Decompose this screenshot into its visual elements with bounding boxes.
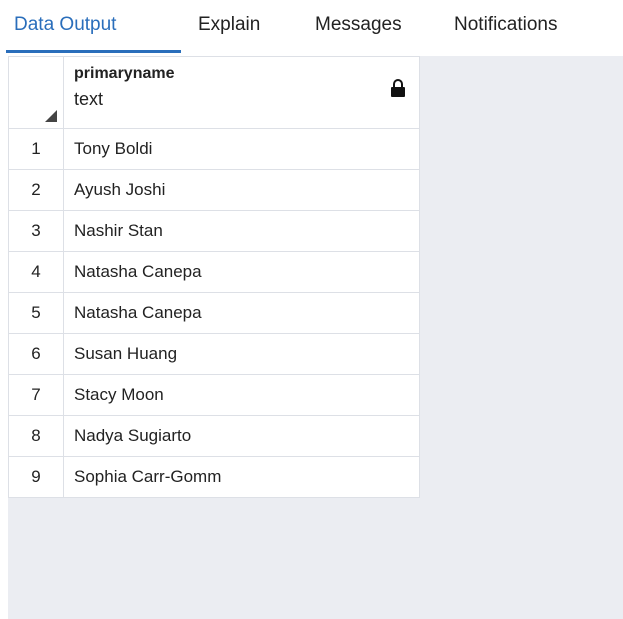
cell-primaryname[interactable]: Natasha Canepa — [63, 251, 420, 293]
table-row[interactable]: 9 Sophia Carr-Gomm — [8, 456, 420, 498]
table-row[interactable]: 4 Natasha Canepa — [8, 251, 420, 293]
row-number[interactable]: 5 — [8, 292, 64, 334]
table-row[interactable]: 8 Nadya Sugiarto — [8, 415, 420, 457]
tab-data-output[interactable]: Data Output — [14, 12, 116, 52]
cell-primaryname[interactable]: Susan Huang — [63, 333, 420, 375]
tab-messages[interactable]: Messages — [315, 12, 402, 52]
row-number[interactable]: 6 — [8, 333, 64, 375]
data-grid: primaryname text 1 Tony Boldi 2 Ayush Jo… — [8, 56, 420, 498]
table-row[interactable]: 5 Natasha Canepa — [8, 292, 420, 334]
column-name: primaryname — [74, 65, 175, 82]
cell-primaryname[interactable]: Natasha Canepa — [63, 292, 420, 334]
row-number[interactable]: 9 — [8, 456, 64, 498]
tab-explain[interactable]: Explain — [198, 12, 260, 52]
row-number[interactable]: 8 — [8, 415, 64, 457]
cell-primaryname[interactable]: Ayush Joshi — [63, 169, 420, 211]
select-all-corner[interactable] — [8, 56, 64, 129]
tab-bar: Data Output Explain Messages Notificatio… — [0, 0, 623, 54]
table-row[interactable]: 3 Nashir Stan — [8, 210, 420, 252]
table-row[interactable]: 7 Stacy Moon — [8, 374, 420, 416]
table-row[interactable]: 1 Tony Boldi — [8, 128, 420, 170]
cell-primaryname[interactable]: Tony Boldi — [63, 128, 420, 170]
cell-primaryname[interactable]: Nadya Sugiarto — [63, 415, 420, 457]
cell-primaryname[interactable]: Stacy Moon — [63, 374, 420, 416]
row-number[interactable]: 3 — [8, 210, 64, 252]
data-grid-area[interactable]: primaryname text 1 Tony Boldi 2 Ayush Jo… — [8, 56, 623, 619]
table-row[interactable]: 6 Susan Huang — [8, 333, 420, 375]
column-type: text — [74, 89, 104, 109]
row-number[interactable]: 1 — [8, 128, 64, 170]
row-number[interactable]: 2 — [8, 169, 64, 211]
cell-primaryname[interactable]: Sophia Carr-Gomm — [63, 456, 420, 498]
active-tab-indicator — [6, 50, 181, 53]
tab-notifications[interactable]: Notifications — [454, 12, 558, 52]
row-number[interactable]: 4 — [8, 251, 64, 293]
select-all-triangle-icon — [45, 110, 57, 122]
table-row[interactable]: 2 Ayush Joshi — [8, 169, 420, 211]
row-number[interactable]: 7 — [8, 374, 64, 416]
column-header-primaryname[interactable]: primaryname text — [63, 56, 420, 129]
lock-icon — [391, 79, 405, 97]
cell-primaryname[interactable]: Nashir Stan — [63, 210, 420, 252]
